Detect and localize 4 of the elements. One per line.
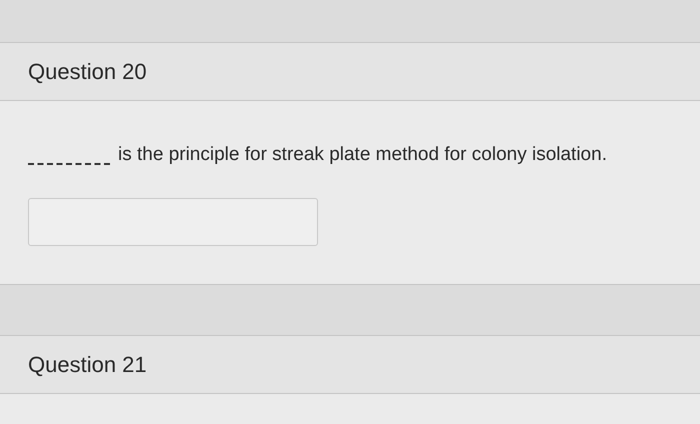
- answer-box[interactable]: [28, 198, 318, 246]
- question-title: Question 21: [28, 350, 147, 378]
- question-title: Question 20: [28, 58, 147, 86]
- question-text: is the principle for streak plate method for colony isolation.: [118, 143, 607, 167]
